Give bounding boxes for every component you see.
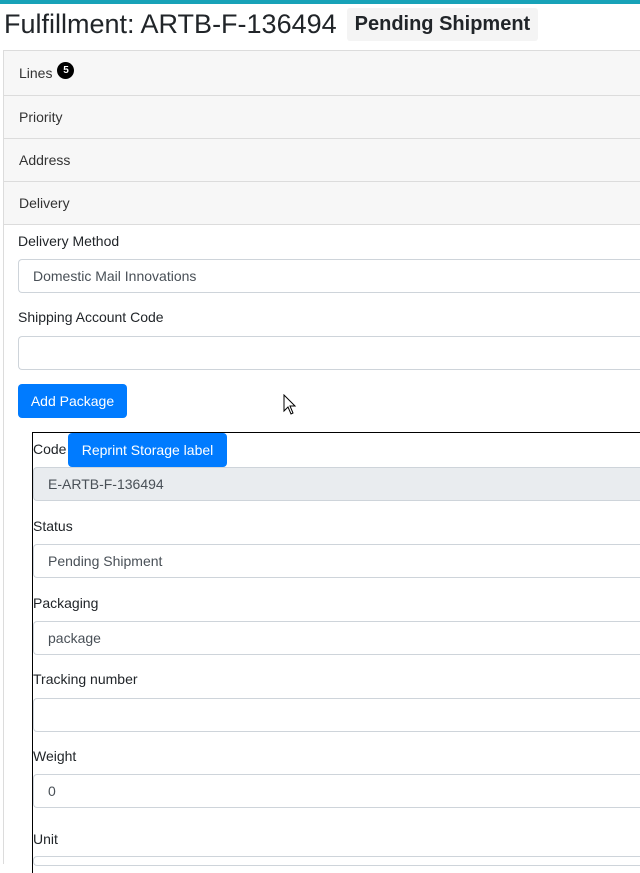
accordion-priority[interactable]: Priority	[4, 95, 640, 138]
package-status-label: Status	[33, 518, 73, 534]
page-header: Fulfillment: ARTB-F-136494 Pending Shipm…	[4, 6, 539, 42]
lines-count-badge: 5	[57, 61, 75, 79]
package-status-select[interactable]: Pending Shipment	[33, 544, 640, 578]
accordion-address-label: Address	[19, 152, 71, 168]
packaging-label: Packaging	[33, 595, 99, 611]
accordion-lines[interactable]: Lines 5	[4, 50, 640, 95]
delivery-panel-border	[3, 224, 4, 864]
weight-label: Weight	[33, 748, 77, 764]
accordion-lines-label: Lines	[19, 65, 53, 81]
page-title: Fulfillment: ARTB-F-136494	[4, 8, 337, 39]
fulfillment-accordion: Lines 5 Priority Address Delivery	[3, 50, 640, 225]
reprint-storage-label-button[interactable]: Reprint Storage label	[68, 433, 227, 467]
shipping-account-input[interactable]	[18, 336, 640, 370]
accordion-delivery[interactable]: Delivery	[4, 181, 640, 225]
unit-label: Unit	[33, 831, 58, 847]
add-package-button[interactable]: Add Package	[18, 384, 127, 418]
package-code-field: E-ARTB-F-136494	[33, 467, 640, 501]
delivery-method-select[interactable]: Domestic Mail Innovations	[18, 259, 640, 293]
accordion-address[interactable]: Address	[4, 138, 640, 181]
unit-select[interactable]	[33, 856, 640, 866]
package-code-label: Code	[33, 441, 67, 457]
delivery-method-label: Delivery Method	[18, 233, 120, 249]
packaging-select[interactable]: package	[33, 621, 640, 655]
accordion-delivery-label: Delivery	[19, 195, 70, 211]
tracking-number-input[interactable]	[33, 698, 640, 732]
accent-bar	[0, 0, 640, 4]
shipping-account-label: Shipping Account Code	[18, 309, 164, 325]
tracking-number-label: Tracking number	[33, 671, 138, 687]
mouse-pointer-icon	[283, 394, 297, 415]
status-badge: Pending Shipment	[346, 7, 539, 41]
weight-input[interactable]: 0	[33, 774, 640, 808]
accordion-priority-label: Priority	[19, 109, 63, 125]
